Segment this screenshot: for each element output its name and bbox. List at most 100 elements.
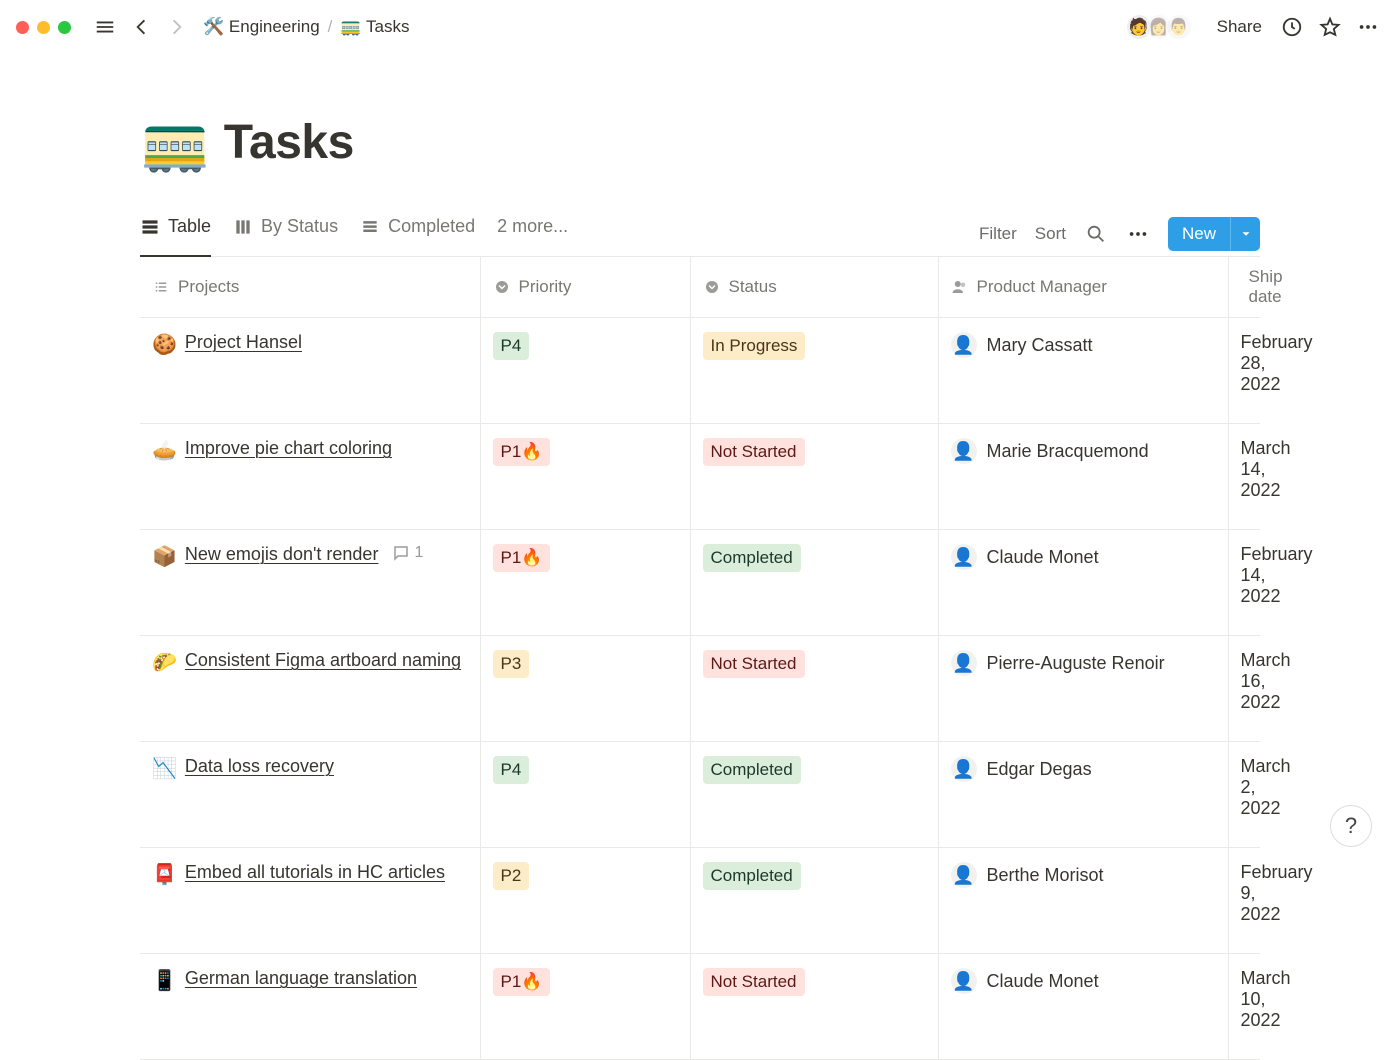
cell-shipdate[interactable]: February 28, 2022: [1228, 318, 1260, 424]
new-button[interactable]: New: [1168, 217, 1260, 251]
cell-status[interactable]: Completed: [690, 530, 938, 636]
table-row[interactable]: 🥧Improve pie chart coloring P1🔥 Not Starte…: [140, 424, 1260, 530]
table-row[interactable]: 📦New emojis don't render1P1🔥Completed👤Cl…: [140, 530, 1260, 636]
project-title: New emojis don't render: [185, 544, 379, 565]
cell-status[interactable]: In Progress: [690, 318, 938, 424]
cell-project[interactable]: 📉Data loss recovery: [140, 742, 480, 848]
cell-project[interactable]: 🌮 Consistent Figma artboard naming: [140, 636, 480, 742]
cell-project[interactable]: 🍪Project Hansel: [140, 318, 480, 424]
cell-priority[interactable]: P3: [480, 636, 690, 742]
status-tag: Completed: [703, 756, 801, 784]
column-header-shipdate[interactable]: Ship date: [1228, 257, 1260, 318]
pm-name: Mary Cassatt: [987, 335, 1093, 356]
breadcrumb-label: Engineering: [229, 17, 320, 36]
cell-priority[interactable]: P1🔥: [480, 530, 690, 636]
cell-priority[interactable]: P1🔥: [480, 954, 690, 1060]
priority-tag: P2: [493, 862, 530, 890]
column-header-pm[interactable]: Product Manager: [938, 257, 1228, 318]
forward-button[interactable]: [161, 11, 193, 43]
share-button[interactable]: Share: [1207, 13, 1272, 41]
favorite-icon[interactable]: [1314, 11, 1346, 43]
cell-status[interactable]: Not Started: [690, 636, 938, 742]
priority-tag: P1🔥: [493, 438, 551, 466]
view-tab-label: Table: [168, 216, 211, 237]
pm-avatar: 👤: [951, 756, 977, 782]
cell-status[interactable]: Completed: [690, 742, 938, 848]
chevron-down-icon[interactable]: [1230, 217, 1260, 251]
search-icon[interactable]: [1084, 222, 1108, 246]
cell-status[interactable]: Completed: [690, 848, 938, 954]
breadcrumb-icon: 🚃: [340, 17, 361, 36]
project-title: Embed all tutorials in HC articles: [185, 862, 445, 883]
more-icon[interactable]: [1352, 11, 1384, 43]
cell-pm[interactable]: 👤Berthe Morisot: [938, 848, 1228, 954]
cell-pm[interactable]: 👤Edgar Degas: [938, 742, 1228, 848]
table-row[interactable]: 📱German language translation P1🔥 Not Start…: [140, 954, 1260, 1060]
cell-pm[interactable]: 👤 Marie Bracquemond: [938, 424, 1228, 530]
project-title: Data loss recovery: [185, 756, 334, 777]
column-header-projects[interactable]: Projects: [140, 257, 480, 318]
view-options-icon[interactable]: [1126, 222, 1150, 246]
updates-icon[interactable]: [1276, 11, 1308, 43]
back-button[interactable]: [125, 11, 157, 43]
cell-priority[interactable]: P4: [480, 742, 690, 848]
help-button[interactable]: ?: [1330, 805, 1372, 847]
project-title: Consistent Figma artboard naming: [185, 650, 461, 671]
column-header-priority[interactable]: Priority: [480, 257, 690, 318]
filter-button[interactable]: Filter: [979, 224, 1017, 244]
cell-pm[interactable]: 👤Pierre-Auguste Renoir: [938, 636, 1228, 742]
project-emoji: 📮: [152, 862, 177, 888]
breadcrumb-item[interactable]: 🛠️ Engineering: [203, 17, 320, 37]
table-row[interactable]: 🍪Project HanselP4In Progress👤Mary Cassat…: [140, 318, 1260, 424]
page-icon[interactable]: 🚃: [140, 109, 210, 175]
pm-name: Claude Monet: [987, 971, 1099, 992]
cell-priority[interactable]: P2: [480, 848, 690, 954]
table-header-row: Projects Priority Status Product Manager…: [140, 257, 1260, 318]
sidebar-toggle-icon[interactable]: [89, 11, 121, 43]
pm-name: Marie Bracquemond: [987, 441, 1149, 462]
breadcrumb-item[interactable]: 🚃 Tasks: [340, 17, 409, 37]
views-bar: Table By Status Completed 2 more... Filt…: [140, 211, 1260, 257]
priority-tag: P1🔥: [493, 968, 551, 996]
view-tab-by-status[interactable]: By Status: [233, 211, 338, 257]
topbar: 🛠️ Engineering / 🚃 Tasks 🧑 👩 👨 Share: [0, 0, 1400, 54]
page-title[interactable]: Tasks: [224, 115, 354, 170]
cell-shipdate[interactable]: March 14, 2022: [1228, 424, 1260, 530]
cell-priority[interactable]: P4: [480, 318, 690, 424]
cell-shipdate[interactable]: February 14, 2022: [1228, 530, 1260, 636]
page-body: 🚃 Tasks Table By Status Completed 2 more…: [0, 109, 1400, 1060]
table-row[interactable]: 📮 Embed all tutorials in HC articles P2 Com…: [140, 848, 1260, 954]
status-tag: Completed: [703, 862, 801, 890]
priority-tag: P1🔥: [493, 544, 551, 572]
cell-shipdate[interactable]: March 2, 2022: [1228, 742, 1260, 848]
table-row[interactable]: 📉Data loss recoveryP4 Completed 👤Edgar Deg…: [140, 742, 1260, 848]
view-tab-more[interactable]: 2 more...: [497, 211, 568, 257]
comment-count[interactable]: 1: [392, 544, 423, 562]
maximize-window-button[interactable]: [58, 21, 71, 34]
cell-pm[interactable]: 👤Claude Monet: [938, 530, 1228, 636]
pm-avatar: 👤: [951, 650, 977, 676]
view-tab-table[interactable]: Table: [140, 211, 211, 257]
cell-project[interactable]: 📮 Embed all tutorials in HC articles: [140, 848, 480, 954]
cell-status[interactable]: Not Started: [690, 424, 938, 530]
cell-priority[interactable]: P1🔥: [480, 424, 690, 530]
cell-pm[interactable]: 👤Mary Cassatt: [938, 318, 1228, 424]
cell-project[interactable]: 📦New emojis don't render1: [140, 530, 480, 636]
cell-project[interactable]: 🥧Improve pie chart coloring: [140, 424, 480, 530]
project-emoji: 🥧: [152, 438, 177, 464]
column-header-status[interactable]: Status: [690, 257, 938, 318]
minimize-window-button[interactable]: [37, 21, 50, 34]
pm-avatar: 👤: [951, 438, 977, 464]
cell-pm[interactable]: 👤Claude Monet: [938, 954, 1228, 1060]
presence-avatars[interactable]: 🧑 👩 👨: [1125, 13, 1193, 41]
cell-project[interactable]: 📱German language translation: [140, 954, 480, 1060]
cell-shipdate[interactable]: February 9, 2022: [1228, 848, 1260, 954]
table-row[interactable]: 🌮 Consistent Figma artboard naming P3Not S…: [140, 636, 1260, 742]
cell-status[interactable]: Not Started: [690, 954, 938, 1060]
view-tab-completed[interactable]: Completed: [360, 211, 475, 257]
sort-button[interactable]: Sort: [1035, 224, 1066, 244]
close-window-button[interactable]: [16, 21, 29, 34]
cell-shipdate[interactable]: March 10, 2022: [1228, 954, 1260, 1060]
project-emoji: 🌮: [152, 650, 177, 676]
cell-shipdate[interactable]: March 16, 2022: [1228, 636, 1260, 742]
